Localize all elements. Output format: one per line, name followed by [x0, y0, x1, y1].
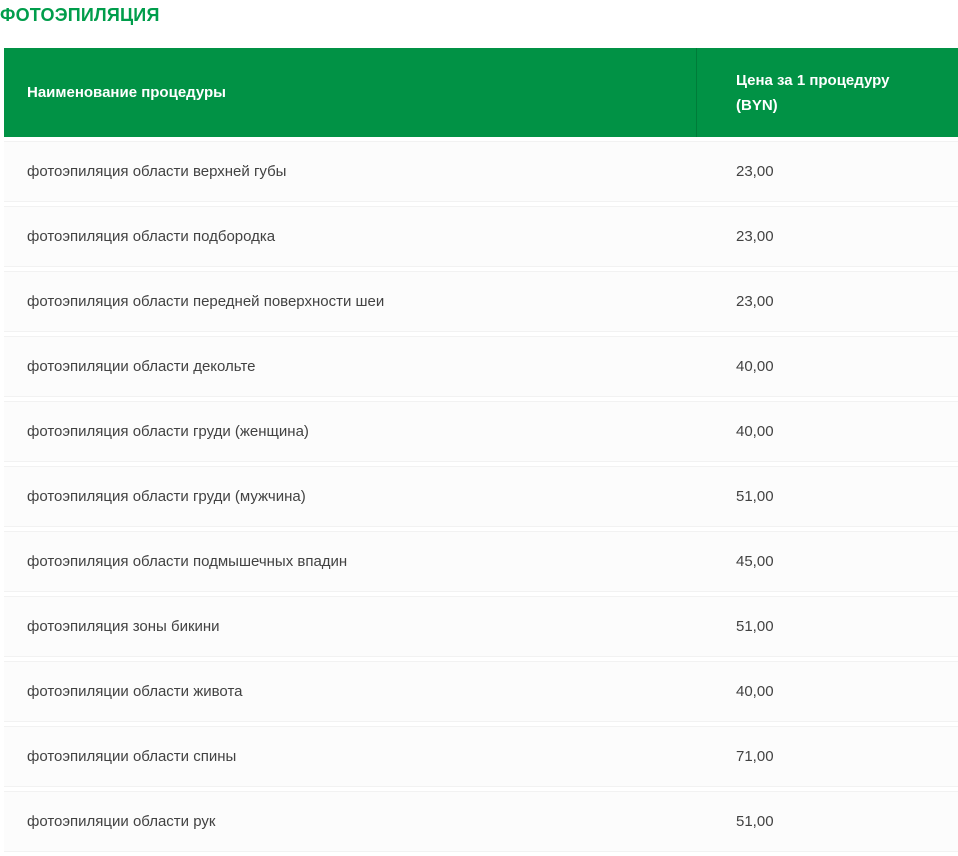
procedure-name-cell: фотоэпиляции области рук	[4, 791, 697, 852]
price-cell: 23,00	[697, 271, 958, 332]
price-cell: 40,00	[697, 661, 958, 722]
procedure-name-cell: фотоэпиляция области подбородка	[4, 206, 697, 267]
procedure-name-cell: фотоэпиляции области спины	[4, 726, 697, 787]
price-cell: 45,00	[697, 531, 958, 592]
table-row: фотоэпиляция области груди (мужчина) 51,…	[4, 466, 958, 527]
procedure-name-cell: фотоэпиляция области груди (женщина)	[4, 401, 697, 462]
procedure-name-cell: фотоэпиляция области передней поверхност…	[4, 271, 697, 332]
procedure-name-cell: фотоэпиляция области подмышечных впадин	[4, 531, 697, 592]
table-row: фотоэпиляция области верхней губы 23,00	[4, 141, 958, 202]
table-body: фотоэпиляция области верхней губы 23,00 …	[4, 141, 958, 852]
price-cell: 71,00	[697, 726, 958, 787]
table-header-row: Наименование процедуры Цена за 1 процеду…	[4, 48, 958, 137]
table-row: фотоэпиляция области подбородка 23,00	[4, 206, 958, 267]
procedure-name-cell: фотоэпиляция области верхней губы	[4, 141, 697, 202]
table-row: фотоэпиляции области спины 71,00	[4, 726, 958, 787]
procedure-name-cell: фотоэпиляции области живота	[4, 661, 697, 722]
price-cell: 51,00	[697, 791, 958, 852]
price-cell: 23,00	[697, 206, 958, 267]
price-cell: 51,00	[697, 466, 958, 527]
procedure-name-cell: фотоэпиляции области декольте	[4, 336, 697, 397]
table-row: фотоэпиляции области живота 40,00	[4, 661, 958, 722]
table-row: фотоэпиляция области подмышечных впадин …	[4, 531, 958, 592]
column-header-price: Цена за 1 процедуру (BYN)	[697, 48, 958, 137]
page-title: ФОТОЭПИЛЯЦИЯ	[0, 5, 958, 26]
price-cell: 40,00	[697, 336, 958, 397]
price-cell: 40,00	[697, 401, 958, 462]
table-row: фотоэпиляция области груди (женщина) 40,…	[4, 401, 958, 462]
table-row: фотоэпиляции области рук 51,00	[4, 791, 958, 852]
column-header-price-label: Цена за 1 процедуру (BYN)	[736, 68, 926, 118]
column-header-procedure-name-label: Наименование процедуры	[27, 84, 226, 101]
column-header-procedure-name: Наименование процедуры	[4, 48, 697, 137]
table-row: фотоэпиляции области декольте 40,00	[4, 336, 958, 397]
procedure-name-cell: фотоэпиляция зоны бикини	[4, 596, 697, 657]
price-table: Наименование процедуры Цена за 1 процеду…	[4, 44, 958, 856]
price-cell: 23,00	[697, 141, 958, 202]
procedure-name-cell: фотоэпиляция области груди (мужчина)	[4, 466, 697, 527]
table-row: фотоэпиляция области передней поверхност…	[4, 271, 958, 332]
price-cell: 51,00	[697, 596, 958, 657]
table-row: фотоэпиляция зоны бикини 51,00	[4, 596, 958, 657]
